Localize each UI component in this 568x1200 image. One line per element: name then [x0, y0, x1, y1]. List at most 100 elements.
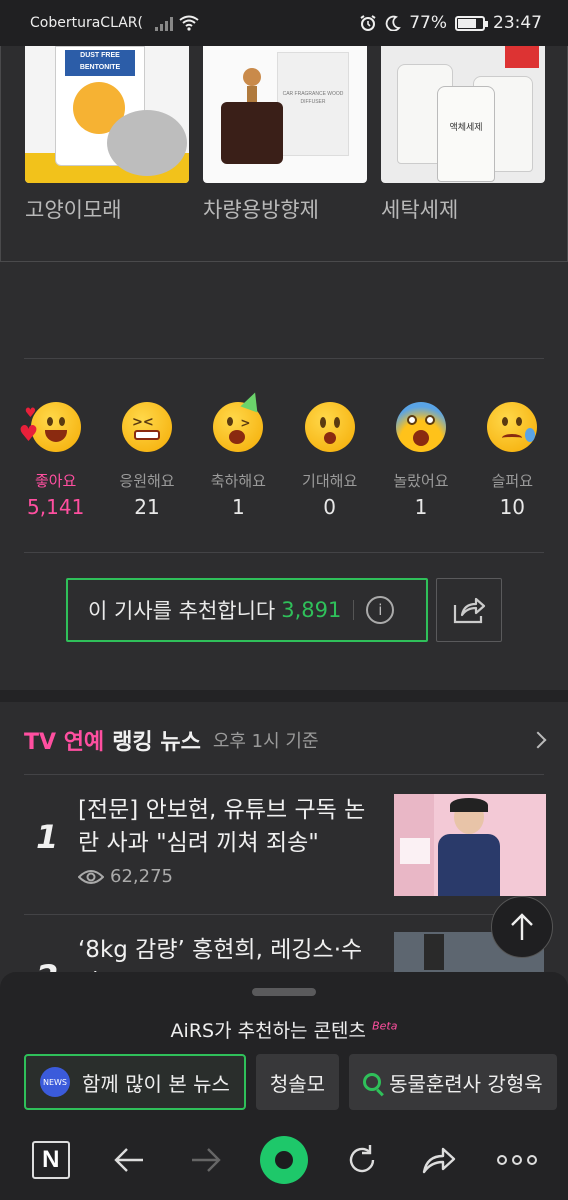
expect-emoji-icon: [304, 402, 355, 452]
congrats-emoji-icon: >: [213, 389, 264, 452]
divider: [24, 552, 544, 553]
view-count-value: 62,275: [110, 866, 173, 887]
refresh-button[interactable]: [334, 1132, 390, 1188]
separator: [353, 600, 355, 620]
reaction-count: 0: [323, 495, 337, 519]
recommend-label: 이 기사를 추천합니다: [88, 599, 276, 623]
scroll-to-top-button[interactable]: [491, 896, 553, 958]
reaction-label: 좋아요: [34, 472, 77, 490]
reaction-label: 축하해요: [210, 472, 266, 490]
reaction-sad[interactable]: 슬퍼요 10: [467, 402, 558, 522]
reaction-expect[interactable]: 기대해요 0: [284, 402, 375, 522]
signal-icon: [154, 15, 173, 31]
product-image-text: DUST FREE BENTONITE: [65, 50, 135, 76]
reaction-count: 10: [499, 495, 526, 519]
view-count: 62,275: [78, 866, 173, 887]
green-dot-icon: [259, 1136, 308, 1184]
refresh-icon: [349, 1145, 374, 1173]
product-name: 고양이모래: [25, 198, 122, 222]
ranking-category: TV 연예: [24, 730, 105, 755]
cheer-emoji-icon: ><: [121, 402, 172, 452]
arrow-right-icon: [192, 1148, 221, 1172]
more-button[interactable]: [489, 1132, 545, 1188]
reaction-label: 기대해요: [302, 472, 358, 490]
reaction-count: 21: [134, 495, 160, 519]
product-image-text: 액체세제: [449, 123, 483, 133]
reaction-cheer[interactable]: >< 응원해요 21: [101, 402, 192, 522]
share-button[interactable]: [436, 578, 502, 642]
product-image: CAR FRAGRANCE WOOD DIFFUSER: [203, 46, 367, 183]
chip-row: NEWS 함께 많이 본 뉴스 청솔모 동물훈련사 강형욱: [24, 1054, 557, 1110]
naver-logo-icon: N: [31, 1141, 70, 1179]
share-page-button[interactable]: [411, 1132, 467, 1188]
reaction-label: 슬퍼요: [491, 472, 533, 490]
section-divider: [0, 690, 568, 702]
product-card-cat-litter[interactable]: DUST FREE BENTONITE 고양이모래: [25, 46, 189, 224]
ranking-header[interactable]: TV 연예 랭킹 뉴스 오후 1시 기준: [24, 724, 547, 756]
share-arrow-icon: [423, 1147, 456, 1174]
moon-icon: [385, 15, 402, 31]
reaction-count: 1: [414, 495, 428, 519]
beta-badge: Beta: [372, 1019, 398, 1033]
product-card-car-fragrance[interactable]: CAR FRAGRANCE WOOD DIFFUSER 차량용방향제: [203, 46, 367, 224]
airs-title: AiRS가 추천하는 콘텐츠 Beta: [0, 1016, 568, 1043]
arrow-up-icon: [511, 913, 533, 940]
reaction-congrats[interactable]: > 축하해요 1: [193, 389, 284, 522]
chip-popular-news[interactable]: NEWS 함께 많이 본 뉴스: [24, 1054, 246, 1110]
rank-number: 1: [36, 818, 59, 856]
battery-icon: [455, 15, 488, 31]
chip-search-trainer[interactable]: 동물훈련사 강형욱: [349, 1054, 557, 1110]
browser-navbar: N: [0, 1120, 568, 1200]
news-item-2[interactable]: 2 ‘8kg 감량’ 홍현희, 레깅스·수영: [24, 914, 544, 974]
more-icon: [497, 1155, 538, 1165]
reaction-surprised[interactable]: 놀랐어요 1: [375, 402, 466, 522]
like-emoji-icon: ♥ ♥: [19, 402, 81, 452]
chip-label: 동물훈련사 강형욱: [389, 1071, 543, 1096]
product-image: 액체세제: [381, 46, 545, 183]
surprised-emoji-icon: [395, 402, 446, 452]
airs-label: AiRS가 추천하는 콘텐츠: [170, 1020, 367, 1042]
chip-label: 청솔모: [269, 1071, 326, 1096]
news-title: [전문] 안보현, 유튜브 구독 논란 사과 "심려 끼쳐 죄송": [78, 797, 366, 856]
ranking-time: 오후 1시 기준: [212, 731, 319, 752]
chevron-right-icon[interactable]: [529, 731, 547, 749]
product-card-detergent[interactable]: 액체세제 세탁세제: [381, 46, 545, 224]
news-icon: NEWS: [40, 1067, 70, 1097]
reaction-like[interactable]: ♥ ♥ 좋아요 5,141: [10, 402, 101, 522]
reaction-label: 놀랐어요: [393, 472, 449, 490]
recommend-button[interactable]: 이 기사를 추천합니다 3,891 i: [66, 578, 428, 642]
forward-button[interactable]: [178, 1132, 234, 1188]
naver-home-button[interactable]: N: [23, 1132, 79, 1188]
status-bar: CoberturaCLAR( 77% 23:47: [0, 0, 568, 46]
info-icon[interactable]: i: [366, 596, 395, 624]
sad-emoji-icon: [487, 402, 538, 452]
product-image-text: CAR FRAGRANCE WOOD DIFFUSER: [282, 91, 344, 105]
ranking-title: 랭킹 뉴스: [112, 730, 201, 755]
news-thumbnail: [394, 794, 546, 896]
green-dot-button[interactable]: [256, 1132, 312, 1188]
reaction-bar: ♥ ♥ 좋아요 5,141 >< 응원해요 21 > 축하해요 1 기대해요 0: [10, 389, 558, 522]
carrier-label: CoberturaCLAR(: [30, 15, 143, 31]
airs-recommend-sheet: AiRS가 추천하는 콘텐츠 Beta NEWS 함께 많이 본 뉴스 청솔모 …: [0, 972, 568, 1200]
divider: [24, 358, 544, 359]
wifi-icon: [179, 15, 199, 31]
share-icon: [453, 597, 486, 624]
battery-percent: 77%: [409, 13, 447, 33]
news-title: ‘8kg 감량’ 홍현희, 레깅스·수영: [78, 937, 363, 974]
back-button[interactable]: [101, 1132, 157, 1188]
alarm-icon: [360, 15, 376, 31]
arrow-left-icon: [113, 1148, 143, 1172]
chip-squirrel[interactable]: 청솔모: [255, 1054, 340, 1110]
chip-label: 함께 많이 본 뉴스: [82, 1071, 230, 1096]
drag-handle[interactable]: [252, 988, 316, 996]
search-icon: [363, 1073, 382, 1091]
product-carousel: DUST FREE BENTONITE 고양이모래 CAR FRAGRANCE …: [0, 46, 568, 262]
reaction-count: 5,141: [27, 495, 85, 519]
recommend-count: 3,891: [281, 598, 342, 622]
product-name: 세탁세제: [381, 198, 459, 222]
reaction-count: 1: [231, 495, 245, 519]
reaction-label: 응원해요: [119, 472, 175, 490]
product-image: DUST FREE BENTONITE: [25, 46, 189, 183]
news-item-1[interactable]: 1 [전문] 안보현, 유튜브 구독 논란 사과 "심려 끼쳐 죄송" 62,2…: [24, 774, 546, 914]
clock: 23:47: [493, 13, 542, 33]
